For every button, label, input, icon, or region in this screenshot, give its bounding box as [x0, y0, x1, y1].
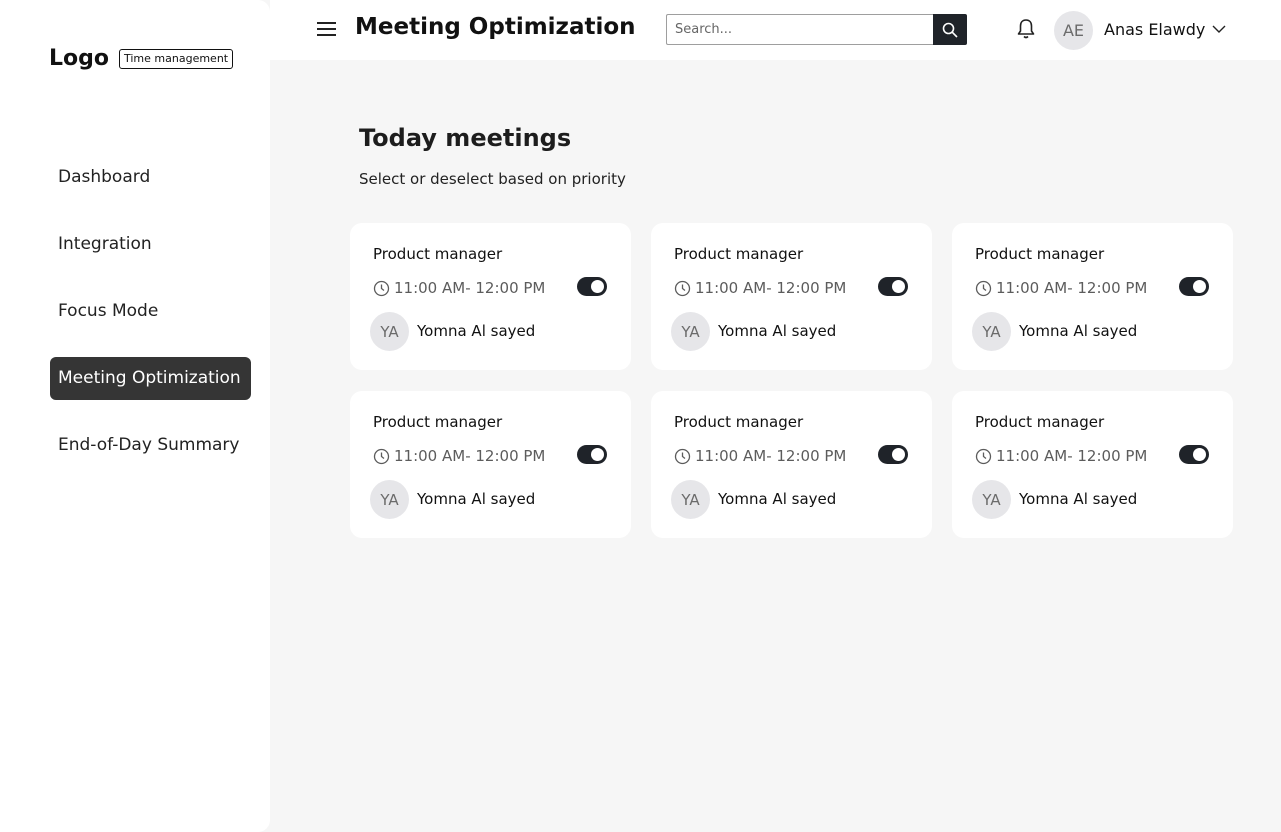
attendee-name: Yomna Al sayed — [417, 490, 536, 508]
meeting-time: 11:00 AM- 12:00 PM — [373, 279, 545, 297]
sidebar-nav: Dashboard Integration Focus Mode Meeting… — [50, 156, 251, 491]
meeting-time: 11:00 AM- 12:00 PM — [674, 279, 846, 297]
meeting-toggle[interactable] — [577, 277, 607, 296]
sidebar-item-integration[interactable]: Integration — [50, 223, 251, 266]
meeting-toggle[interactable] — [1179, 277, 1209, 296]
meeting-title: Product manager — [373, 245, 503, 263]
toggle-knob — [1193, 448, 1206, 461]
toggle-knob — [591, 448, 604, 461]
clock-icon — [674, 448, 691, 464]
meeting-time-text: 11:00 AM- 12:00 PM — [394, 447, 546, 465]
meeting-card[interactable]: Product manager 11:00 AM- 12:00 PM YA Yo… — [651, 391, 932, 538]
meeting-time-text: 11:00 AM- 12:00 PM — [394, 279, 546, 297]
chevron-down-icon[interactable] — [1212, 24, 1226, 34]
search-button[interactable] — [933, 14, 967, 45]
meeting-toggle[interactable] — [878, 277, 908, 296]
meeting-time: 11:00 AM- 12:00 PM — [975, 447, 1147, 465]
clock-icon — [975, 280, 992, 296]
clock-icon — [975, 448, 992, 464]
sidebar-item-meeting-optimization[interactable]: Meeting Optimization — [50, 357, 251, 400]
meeting-title: Product manager — [975, 245, 1105, 263]
meeting-time-text: 11:00 AM- 12:00 PM — [996, 279, 1148, 297]
user-name[interactable]: Anas Elawdy — [1104, 20, 1205, 39]
attendee-name: Yomna Al sayed — [417, 322, 536, 340]
meeting-card[interactable]: Product manager 11:00 AM- 12:00 PM YA Yo… — [350, 391, 631, 538]
section-title: Today meetings — [359, 124, 572, 152]
toggle-knob — [1193, 280, 1206, 293]
meeting-toggle[interactable] — [1179, 445, 1209, 464]
bell-icon[interactable] — [1016, 18, 1036, 40]
section-subtitle: Select or deselect based on priority — [359, 170, 626, 188]
attendee-avatar: YA — [671, 312, 710, 351]
clock-icon — [674, 280, 691, 296]
meeting-time-text: 11:00 AM- 12:00 PM — [695, 279, 847, 297]
attendee-name: Yomna Al sayed — [1019, 490, 1138, 508]
attendee-name: Yomna Al sayed — [718, 490, 837, 508]
meeting-toggle[interactable] — [577, 445, 607, 464]
search-input[interactable] — [666, 14, 933, 45]
toggle-knob — [591, 280, 604, 293]
meeting-card[interactable]: Product manager 11:00 AM- 12:00 PM YA Yo… — [350, 223, 631, 370]
menu-icon[interactable] — [317, 20, 337, 38]
attendee-avatar: YA — [972, 312, 1011, 351]
toggle-knob — [892, 448, 905, 461]
attendee-avatar: YA — [370, 312, 409, 351]
attendee-name: Yomna Al sayed — [718, 322, 837, 340]
top-bar: Meeting Optimization AE Anas Elawdy — [270, 0, 1281, 60]
attendee-name: Yomna Al sayed — [1019, 322, 1138, 340]
sidebar: Logo Time management Dashboard Integrati… — [0, 0, 270, 832]
attendee-avatar: YA — [972, 480, 1011, 519]
page-title: Meeting Optimization — [355, 14, 636, 40]
meeting-title: Product manager — [674, 245, 804, 263]
attendee-avatar: YA — [370, 480, 409, 519]
meeting-toggle[interactable] — [878, 445, 908, 464]
meeting-time-text: 11:00 AM- 12:00 PM — [695, 447, 847, 465]
toggle-knob — [892, 280, 905, 293]
clock-icon — [373, 448, 390, 464]
attendee-avatar: YA — [671, 480, 710, 519]
sidebar-item-focus-mode[interactable]: Focus Mode — [50, 290, 251, 333]
meeting-card[interactable]: Product manager 11:00 AM- 12:00 PM YA Yo… — [952, 223, 1233, 370]
meeting-title: Product manager — [373, 413, 503, 431]
search-bar — [666, 14, 967, 45]
meeting-time-text: 11:00 AM- 12:00 PM — [996, 447, 1148, 465]
meetings-grid: Product manager 11:00 AM- 12:00 PM YA Yo… — [350, 223, 1233, 538]
sidebar-item-dashboard[interactable]: Dashboard — [50, 156, 251, 199]
brand-tag: Time management — [119, 48, 234, 69]
meeting-card[interactable]: Product manager 11:00 AM- 12:00 PM YA Yo… — [952, 391, 1233, 538]
meeting-time: 11:00 AM- 12:00 PM — [975, 279, 1147, 297]
logo[interactable]: Logo — [49, 46, 109, 71]
brand: Logo Time management — [49, 46, 234, 71]
user-avatar[interactable]: AE — [1054, 11, 1093, 50]
clock-icon — [373, 280, 390, 296]
search-icon — [942, 22, 958, 38]
meeting-title: Product manager — [674, 413, 804, 431]
meeting-card[interactable]: Product manager 11:00 AM- 12:00 PM YA Yo… — [651, 223, 932, 370]
meeting-time: 11:00 AM- 12:00 PM — [674, 447, 846, 465]
meeting-time: 11:00 AM- 12:00 PM — [373, 447, 545, 465]
sidebar-item-end-of-day-summary[interactable]: End-of-Day Summary — [50, 424, 251, 467]
meeting-title: Product manager — [975, 413, 1105, 431]
